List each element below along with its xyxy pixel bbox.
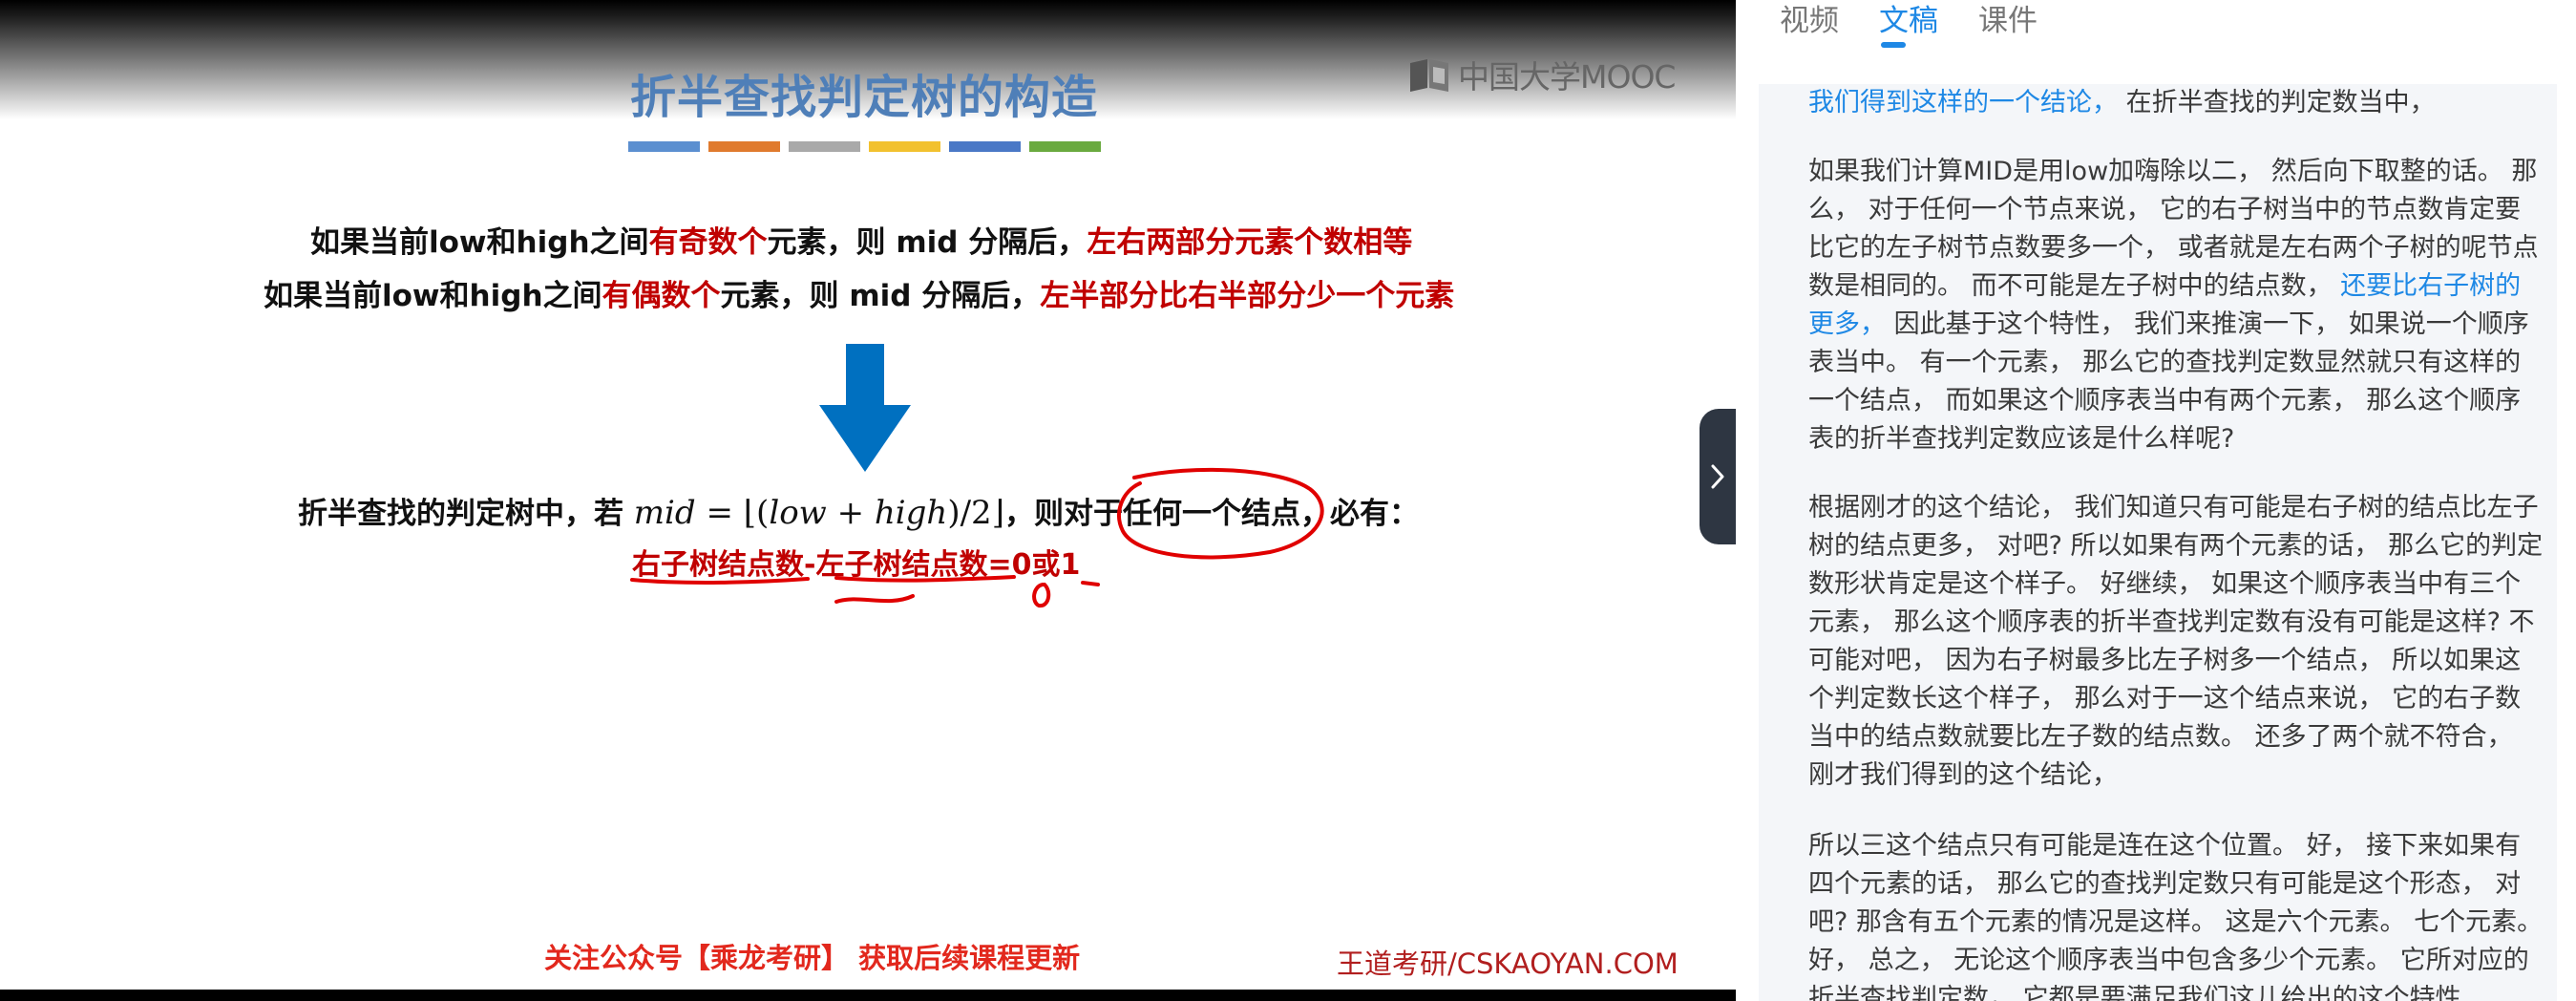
title-color-bar-5 (949, 141, 1021, 152)
rule-even-text-2: 元素，则 mid 分隔后， (720, 279, 1041, 313)
rule-odd-text-1: 如果当前low和high之间 (310, 225, 649, 260)
slide-rule-even: 如果当前low和high之间有偶数个元素，则 mid 分隔后，左半部分比右半部分… (264, 271, 1454, 314)
title-color-bar-3 (789, 141, 860, 152)
tab-transcript[interactable]: 文稿 (1879, 0, 1938, 39)
transcript-paragraph: 根据刚才的这个结论， 我们知道只有可能是右子树的结点比左子树的结点更多， 对吧?… (1808, 489, 2544, 795)
video-player[interactable]: 折半查找判定树的构造 中国大学MOOC 如果当前low和high之间有奇数个元素… (0, 0, 1736, 1001)
formula-eq: = ⌊( (695, 494, 770, 532)
rule-odd-highlight-2: 左右两部分元素个数相等 (1087, 225, 1413, 260)
slide-result: 右子树结点数-左子树结点数=0或1 (632, 548, 1081, 582)
slide-footer-right: 王道考研/CSKAOYAN.COM (1337, 948, 1679, 980)
transcript-sentence[interactable]: 因此基于这个特性， 我们来推演一下， 如果说一个顺序表当中。 有一个元素， 那么… (1808, 309, 2529, 454)
transcript-sentence[interactable]: 在折半查找的判定数当中， (2118, 88, 2436, 117)
transcript-paragraph: 我们得到这样的一个结论， 在折半查找的判定数当中， (1808, 84, 2544, 122)
side-panel: 视频 文稿 课件 我们得到这样的一个结论， 在折半查找的判定数当中， 如果我们计… (1736, 0, 2576, 1001)
chevron-right-icon (1711, 464, 1724, 489)
title-color-bar-2 (708, 141, 780, 152)
mooc-book-icon (1410, 59, 1448, 92)
formula-suffix: ，则对于任何一个结点，必有： (1003, 497, 1419, 531)
down-arrow-icon (819, 344, 911, 472)
panel-tabs: 视频 文稿 课件 (1736, 0, 2576, 84)
ink-zero-mark (1032, 583, 1051, 608)
formula-prefix: 折半查找的判定树中，若 (298, 497, 634, 531)
rule-odd-highlight-1: 有奇数个 (648, 225, 768, 260)
mooc-logo: 中国大学MOOC (1408, 53, 1676, 96)
formula-mid: mid (633, 494, 696, 532)
rule-even-highlight-2: 左半部分比右半部分少一个元素 (1040, 279, 1455, 313)
formula-low: low (769, 494, 827, 532)
transcript-content[interactable]: 我们得到这样的一个结论， 在折半查找的判定数当中， 如果我们计算MID是用low… (1759, 84, 2557, 1001)
ink-underline-3 (834, 594, 915, 604)
rule-odd-text-2: 元素，则 mid 分隔后， (767, 225, 1087, 260)
slide-footer-left: 关注公众号【乘龙考研】 获取后续课程更新 (544, 942, 1081, 974)
transcript-paragraph: 如果我们计算MID是用low加嗨除以二， 然后向下取整的话。 那么， 对于任何一… (1808, 153, 2544, 458)
rule-even-text-1: 如果当前low和high之间 (264, 279, 602, 313)
transcript-sentence[interactable]: 所以三这个结点只有可能是连在这个位置。 好， 接下来如果有四个元素的话， 那么它… (1808, 831, 2543, 1001)
video-bottom-bar (0, 990, 1736, 1001)
tab-video[interactable]: 视频 (1780, 0, 1839, 39)
title-color-bar-4 (869, 141, 940, 152)
formula-plus: + (826, 494, 875, 532)
transcript-current-sentence[interactable]: 我们得到这样的一个结论， (1808, 88, 2118, 117)
slide-title: 折半查找判定树的构造 (629, 71, 1098, 124)
mooc-logo-text: 中国大学MOOC (1458, 58, 1676, 96)
title-color-bar-1 (628, 141, 700, 152)
slide-formula: 折半查找的判定树中，若 mid = ⌊(low + high)/2⌋，则对于任何… (298, 489, 1419, 532)
ink-dash (1081, 581, 1100, 586)
tab-courseware[interactable]: 课件 (1978, 0, 2038, 39)
transcript-paragraph: 所以三这个结点只有可能是连在这个位置。 好， 接下来如果有四个元素的话， 那么它… (1808, 827, 2544, 1001)
rule-even-highlight-1: 有偶数个 (602, 279, 721, 313)
slide-rule-odd: 如果当前low和high之间有奇数个元素，则 mid 分隔后，左右两部分元素个数… (310, 218, 1412, 261)
panel-toggle-button[interactable] (1700, 409, 1736, 544)
formula-div: )/2⌋ (947, 494, 1004, 532)
transcript-sentence[interactable]: 根据刚才的这个结论， 我们知道只有可能是右子树的结点比左子树的结点更多， 对吧?… (1808, 493, 2543, 790)
formula-high: high (874, 494, 948, 532)
active-tab-indicator (1881, 42, 1906, 48)
title-color-bar-6 (1029, 141, 1101, 152)
formula-math: mid = ⌊(low + high)/2⌋ (634, 494, 1004, 532)
